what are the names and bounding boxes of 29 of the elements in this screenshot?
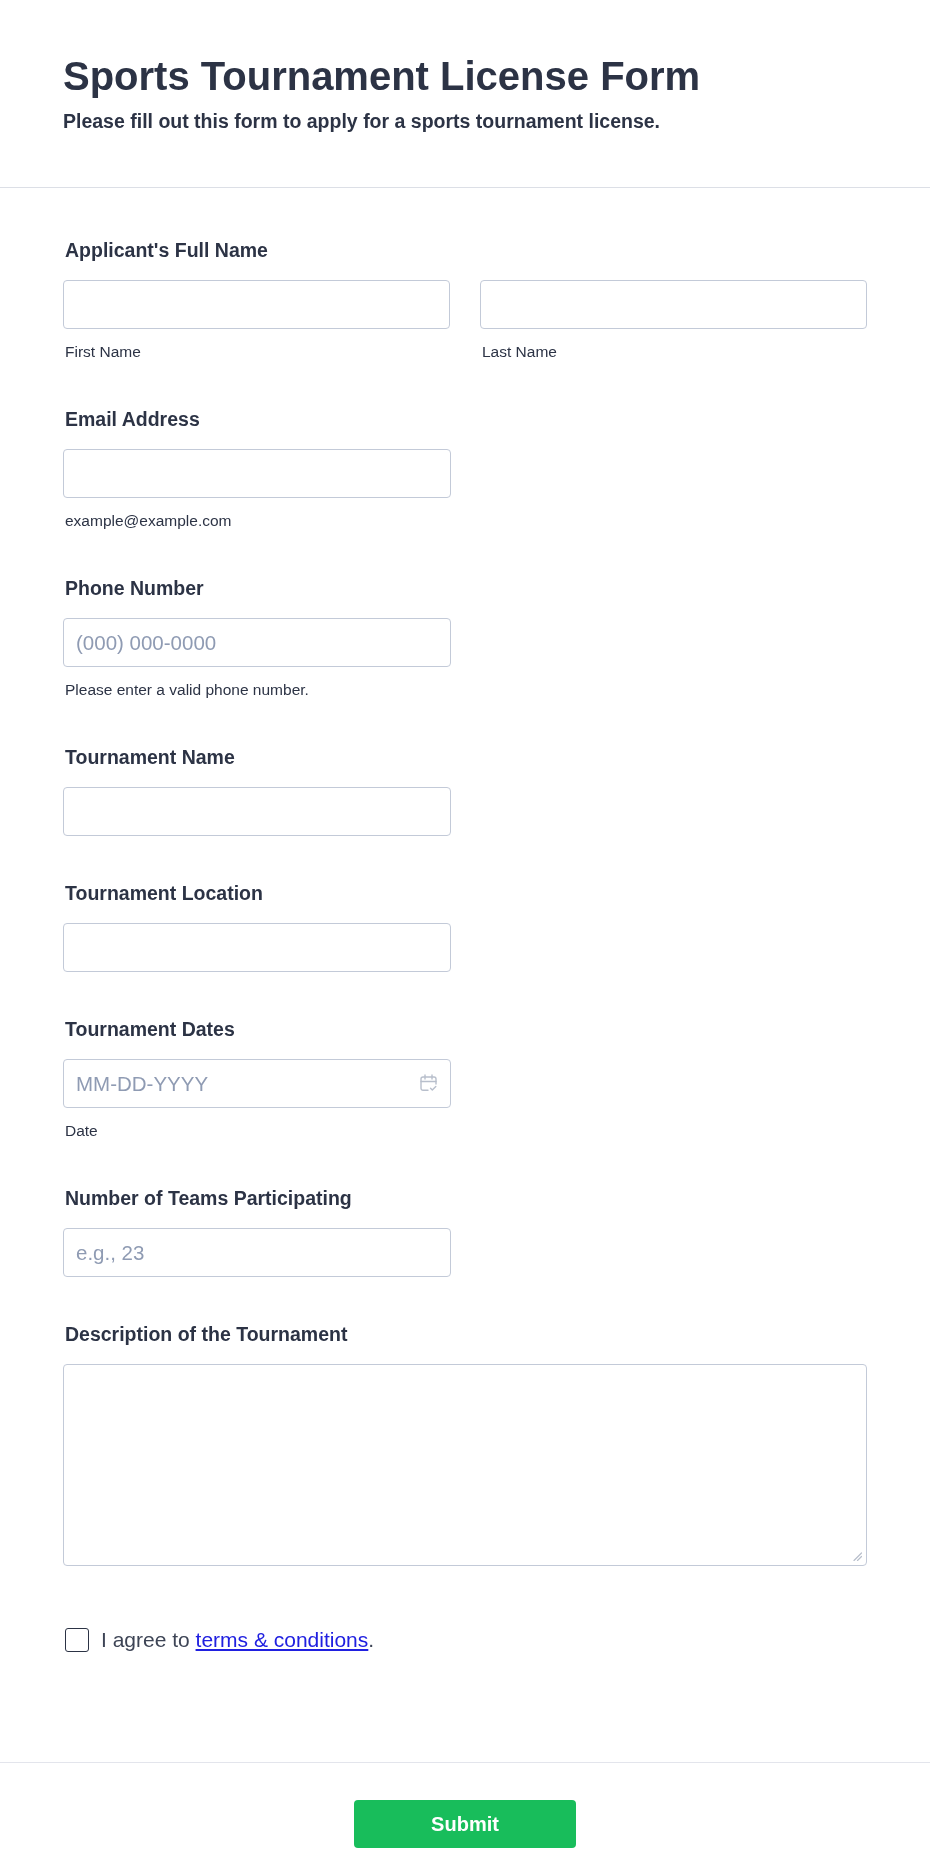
input-field[interactable] [63,923,451,972]
calendar-icon[interactable] [420,1074,437,1092]
field-hint: example@example.com [65,511,232,531]
input-field[interactable]: (000) 000-0000 [63,618,451,667]
form-subtitle: Please fill out this form to apply for a sports tournament license. [63,109,661,133]
field-label: Email Address [65,407,200,432]
input-field[interactable] [63,449,451,498]
date-field[interactable]: MM-DD-YYYY [63,1059,451,1108]
field-label: Phone Number [65,576,204,601]
terms-link[interactable]: terms & conditions [195,1628,369,1651]
text-area-field[interactable] [63,1364,867,1566]
form-title: Sports Tournament License Form [63,53,701,100]
field-label: Tournament Name [65,745,235,770]
agree-checkbox[interactable] [65,1628,89,1652]
input-field[interactable]: e.g., 23 [63,1228,451,1277]
field-hint: Date [65,1121,98,1141]
field-label: Tournament Location [65,881,263,906]
field-hint: Please enter a valid phone number. [65,680,309,700]
resize-handle-icon[interactable] [853,1552,862,1561]
input-field[interactable] [63,280,450,329]
input-field[interactable] [63,787,451,836]
field-label: Description of the Tournament [65,1322,348,1347]
field-sublabel: Last Name [482,342,557,362]
agreement-text: I agree to terms & conditions. [101,1627,375,1653]
field-label: Tournament Dates [65,1017,235,1042]
field-label: Applicant's Full Name [65,238,268,263]
field-label: Number of Teams Participating [65,1186,352,1211]
input-field[interactable] [480,280,867,329]
field-sublabel: First Name [65,342,141,362]
